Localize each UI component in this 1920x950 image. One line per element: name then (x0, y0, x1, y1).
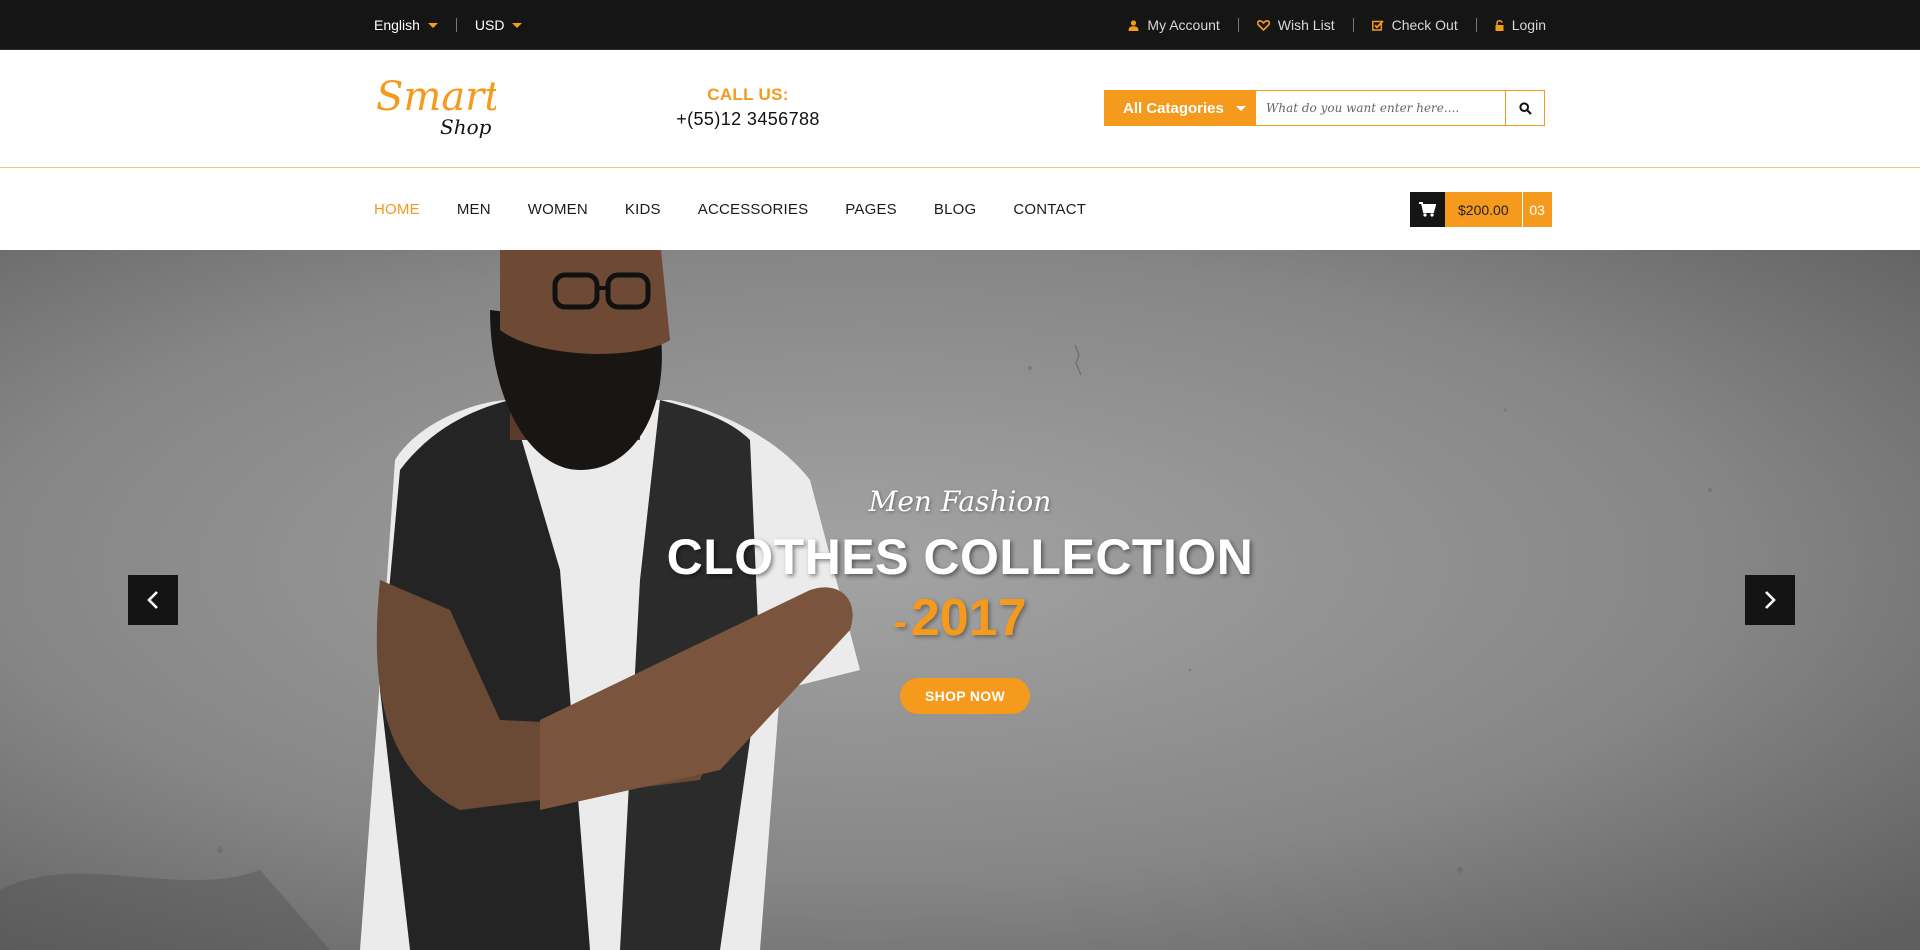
call-us-block: CALL US: +(55)12 3456788 (655, 85, 841, 130)
hero-caption: Men Fashion CLOTHES COLLECTION -2017 (560, 485, 1360, 648)
heart-icon (1256, 19, 1270, 31)
top-bar: English USD My Account Wish List Check O… (0, 0, 1920, 50)
site-header: Smart Shop CALL US: +(55)12 3456788 All … (0, 50, 1920, 168)
currency-dropdown[interactable]: USD (475, 17, 523, 33)
check-square-icon (1371, 19, 1384, 31)
phone-number: +(55)12 3456788 (676, 109, 820, 129)
shopping-cart-icon (1419, 202, 1436, 217)
check-out-label: Check Out (1391, 17, 1458, 33)
nav-item-home[interactable]: HOME (374, 201, 420, 218)
login-link[interactable]: Login (1495, 17, 1546, 33)
divider (1237, 18, 1239, 32)
chevron-left-icon (147, 591, 158, 609)
caret-down-icon (512, 22, 523, 28)
hero-title: CLOTHES COLLECTION (666, 529, 1254, 585)
cart-icon-box (1410, 192, 1445, 227)
language-label: English (374, 17, 420, 33)
chevron-right-icon (1765, 591, 1776, 609)
nav-item-blog[interactable]: BLOG (934, 201, 976, 218)
lock-icon (1495, 19, 1504, 31)
main-nav: HOME MEN WOMEN KIDS ACCESSORIES PAGES BL… (0, 169, 1920, 250)
slider-next-button[interactable] (1745, 575, 1795, 625)
wish-list-label: Wish List (1277, 17, 1335, 33)
hero-year-line: -2017 (560, 588, 1360, 648)
hero-subtitle: Men Fashion (868, 485, 1052, 518)
divider (1352, 18, 1354, 32)
hero-slider: Men Fashion CLOTHES COLLECTION -2017 (0, 250, 1920, 950)
search-bar: All Catagories (1104, 90, 1545, 126)
slider-prev-button[interactable] (128, 575, 178, 625)
nav-item-women[interactable]: WOMEN (528, 201, 588, 218)
cart-count-badge: 03 (1521, 192, 1552, 227)
hero-year-dash: - (893, 600, 907, 644)
nav-item-men[interactable]: MEN (457, 201, 491, 218)
svg-text:Shop: Shop (440, 115, 492, 139)
divider (455, 18, 457, 32)
hero-year: 2017 (910, 589, 1027, 647)
divider (1475, 18, 1477, 32)
currency-label: USD (474, 17, 505, 33)
check-out-link[interactable]: Check Out (1371, 17, 1458, 33)
caret-down-icon (427, 22, 438, 28)
wish-list-link[interactable]: Wish List (1256, 17, 1335, 33)
nav-item-kids[interactable]: KIDS (625, 201, 661, 218)
nav-item-accessories[interactable]: ACCESSORIES (698, 201, 809, 218)
nav-item-pages[interactable]: PAGES (845, 201, 897, 218)
nav-item-contact[interactable]: CONTACT (1013, 201, 1086, 218)
search-input[interactable] (1256, 91, 1505, 125)
call-us-label: CALL US: (707, 85, 789, 104)
language-dropdown[interactable]: English (374, 17, 438, 33)
cart-button[interactable]: $200.00 03 (1410, 192, 1552, 227)
search-button[interactable] (1505, 91, 1544, 125)
my-account-label: My Account (1147, 17, 1220, 33)
user-icon (1128, 19, 1139, 31)
logo-graphic: Smart Shop (376, 74, 501, 139)
login-label: Login (1511, 17, 1546, 33)
svg-text:Smart: Smart (376, 74, 496, 120)
search-icon (1518, 101, 1532, 115)
my-account-link[interactable]: My Account (1128, 17, 1220, 33)
shop-now-button[interactable]: SHOP NOW (900, 678, 1030, 714)
site-logo[interactable]: Smart Shop (374, 74, 501, 140)
caret-down-icon (1235, 105, 1246, 111)
category-dropdown[interactable]: All Catagories (1105, 91, 1256, 125)
category-label: All Catagories (1123, 99, 1224, 117)
cart-total: $200.00 (1445, 192, 1522, 227)
